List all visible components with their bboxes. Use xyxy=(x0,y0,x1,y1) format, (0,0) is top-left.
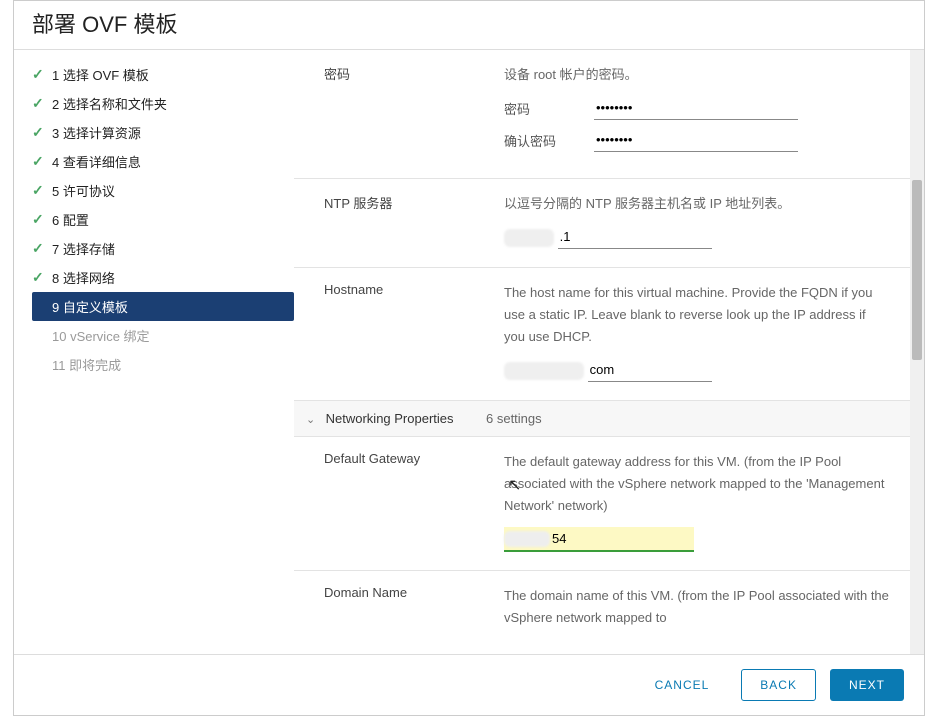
main-wrap: 密码 设备 root 帐户的密码。 密码 确认密码 N xyxy=(294,50,924,654)
cancel-button[interactable]: CANCEL xyxy=(637,669,728,701)
password-label: 密码 xyxy=(324,64,504,160)
hostname-input[interactable] xyxy=(588,358,712,382)
wizard-sidebar: ✓1 选择 OVF 模板 ✓2 选择名称和文件夹 ✓3 选择计算资源 ✓4 查看… xyxy=(14,50,294,654)
ntp-desc: 以逗号分隔的 NTP 服务器主机名或 IP 地址列表。 xyxy=(504,193,890,215)
ntp-input[interactable] xyxy=(558,225,712,249)
confirm-password-label: 确认密码 xyxy=(504,131,594,150)
check-icon: ✓ xyxy=(32,240,52,257)
gateway-label: Default Gateway xyxy=(324,451,504,552)
step-8[interactable]: ✓8 选择网络 xyxy=(32,263,294,292)
check-icon: ✓ xyxy=(32,182,52,199)
dialog-body: ✓1 选择 OVF 模板 ✓2 选择名称和文件夹 ✓3 选择计算资源 ✓4 查看… xyxy=(14,49,924,654)
cursor-icon: ↖ xyxy=(508,475,521,497)
step-2[interactable]: ✓2 选择名称和文件夹 xyxy=(32,89,294,118)
check-icon: ✓ xyxy=(32,124,52,141)
check-icon: ✓ xyxy=(32,211,52,228)
redacted-smudge xyxy=(504,362,584,380)
check-icon: ✓ xyxy=(32,95,52,112)
next-button[interactable]: NEXT xyxy=(830,669,904,701)
gateway-desc: The default gateway address for this VM.… xyxy=(504,451,890,517)
dialog-title: 部署 OVF 模板 xyxy=(14,1,924,49)
form-panel: 密码 设备 root 帐户的密码。 密码 确认密码 N xyxy=(294,50,910,654)
password-field-label: 密码 xyxy=(504,99,594,118)
step-3[interactable]: ✓3 选择计算资源 xyxy=(32,118,294,147)
vertical-scrollbar[interactable] xyxy=(910,50,924,654)
step-10: 10 vService 绑定 xyxy=(32,321,294,350)
password-input[interactable] xyxy=(594,96,798,120)
gateway-input[interactable] xyxy=(550,527,694,550)
domainname-desc: The domain name of this VM. (from the IP… xyxy=(504,585,890,629)
chevron-down-icon: ⌄ xyxy=(306,413,318,426)
gateway-input-wrap xyxy=(504,527,694,552)
password-desc: 设备 root 帐户的密码。 xyxy=(504,64,890,86)
redacted-smudge xyxy=(504,229,554,247)
check-icon: ✓ xyxy=(32,66,52,83)
dialog-footer: CANCEL BACK NEXT xyxy=(14,654,924,715)
prop-ntp: NTP 服务器 以逗号分隔的 NTP 服务器主机名或 IP 地址列表。 xyxy=(294,179,910,268)
check-icon: ✓ xyxy=(32,269,52,286)
step-6[interactable]: ✓6 配置 xyxy=(32,205,294,234)
step-11: 11 即将完成 xyxy=(32,350,294,379)
domainname-label: Domain Name xyxy=(324,585,504,639)
deploy-ovf-dialog: 部署 OVF 模板 ✓1 选择 OVF 模板 ✓2 选择名称和文件夹 ✓3 选择… xyxy=(13,0,925,716)
prop-gateway: Default Gateway The default gateway addr… xyxy=(294,437,910,571)
step-5[interactable]: ✓5 许可协议 xyxy=(32,176,294,205)
redacted-smudge xyxy=(504,531,550,547)
prop-hostname: Hostname The host name for this virtual … xyxy=(294,268,910,401)
hostname-label: Hostname xyxy=(324,282,504,382)
prop-password: 密码 设备 root 帐户的密码。 密码 确认密码 xyxy=(294,50,910,179)
networking-section-count: 6 settings xyxy=(486,411,890,426)
networking-section-label: Networking Properties xyxy=(326,411,454,426)
scrollbar-thumb[interactable] xyxy=(912,180,922,360)
prop-domainname: Domain Name The domain name of this VM. … xyxy=(294,571,910,654)
step-9[interactable]: 9 自定义模板 xyxy=(32,292,294,321)
hostname-desc: The host name for this virtual machine. … xyxy=(504,282,890,348)
step-7[interactable]: ✓7 选择存储 xyxy=(32,234,294,263)
section-networking[interactable]: ⌄ Networking Properties 6 settings xyxy=(294,401,910,437)
back-button[interactable]: BACK xyxy=(741,669,816,701)
confirm-password-input[interactable] xyxy=(594,128,798,152)
check-icon: ✓ xyxy=(32,153,52,170)
step-1[interactable]: ✓1 选择 OVF 模板 xyxy=(32,60,294,89)
step-4[interactable]: ✓4 查看详细信息 xyxy=(32,147,294,176)
ntp-label: NTP 服务器 xyxy=(324,193,504,249)
